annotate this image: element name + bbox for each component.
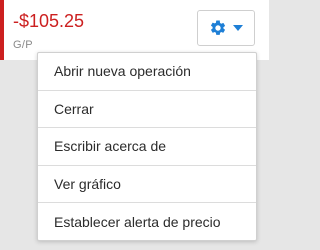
- menu-item-open-new-trade[interactable]: Abrir nueva operación: [38, 53, 256, 91]
- menu-item-view-chart[interactable]: Ver gráfico: [38, 166, 256, 204]
- caret-down-icon: [233, 25, 243, 31]
- loss-indicator-bar: [0, 0, 4, 60]
- profit-loss-value: -$105.25: [13, 11, 85, 31]
- settings-dropdown-button[interactable]: [197, 10, 255, 46]
- position-header: -$105.25 G/P: [0, 0, 269, 60]
- menu-item-set-price-alert[interactable]: Establecer alerta de precio: [38, 203, 256, 241]
- settings-dropdown-menu: Abrir nueva operación Cerrar Escribir ac…: [37, 52, 257, 241]
- gear-icon: [209, 19, 227, 37]
- menu-item-write-about[interactable]: Escribir acerca de: [38, 128, 256, 166]
- menu-item-close[interactable]: Cerrar: [38, 91, 256, 129]
- profit-loss-label: G/P: [13, 39, 33, 51]
